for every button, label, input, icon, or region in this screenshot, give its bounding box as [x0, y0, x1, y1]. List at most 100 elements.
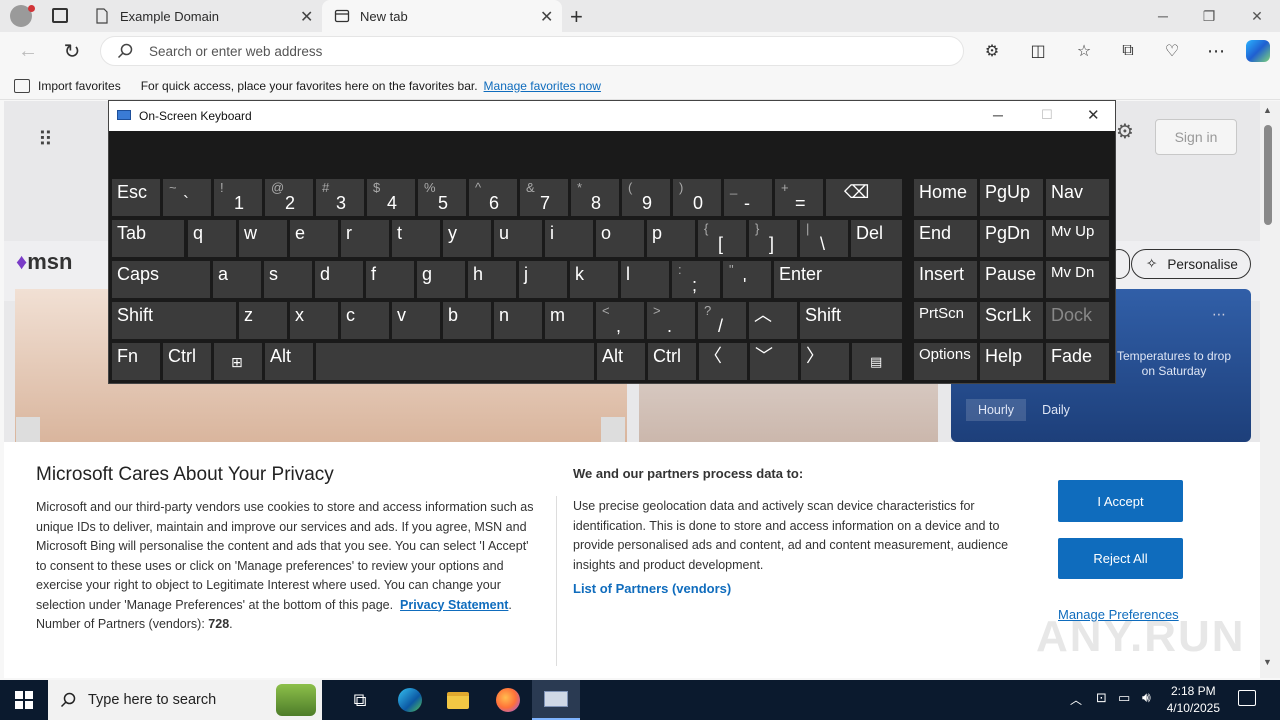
key-3[interactable]: #3 [316, 179, 364, 216]
key-nav[interactable]: Nav [1046, 179, 1109, 216]
key-e[interactable]: e [290, 220, 338, 257]
key-ctrl-right[interactable]: Ctrl [648, 343, 696, 380]
partners-list-link[interactable]: List of Partners (vendors) [573, 581, 731, 596]
task-view-icon[interactable]: ⧉ [336, 680, 384, 720]
key-/[interactable]: ? / [698, 302, 746, 339]
key-menu[interactable]: ▤ [852, 343, 902, 380]
key-mvdn[interactable]: Mv Dn [1046, 261, 1109, 298]
favorites-star-icon[interactable]: ☆ [1068, 36, 1100, 66]
page-scrollbar[interactable]: ▲ ▼ [1260, 101, 1280, 678]
key-tab[interactable]: Tab [112, 220, 184, 257]
key-=[interactable]: + = [775, 179, 823, 216]
edge-icon[interactable] [386, 680, 434, 720]
key-dock[interactable]: Dock [1046, 302, 1109, 339]
key-v[interactable]: v [392, 302, 440, 339]
key-backspace[interactable]: ⌫ [826, 179, 902, 216]
key-f[interactable]: f [366, 261, 414, 298]
refresh-icon[interactable]: ↻ [56, 36, 88, 66]
extensions-icon[interactable]: ⚙ [976, 36, 1008, 66]
key-fade[interactable]: Fade [1046, 343, 1109, 380]
scroll-thumb[interactable] [1264, 125, 1272, 225]
key--[interactable]: _ - [724, 179, 772, 216]
minimize-icon[interactable]: ─ [1140, 0, 1186, 32]
key-;[interactable]: :; [672, 261, 720, 298]
file-explorer-icon[interactable] [434, 680, 482, 720]
key-alt-right[interactable]: Alt [597, 343, 645, 380]
weather-tab-daily[interactable]: Daily [1026, 399, 1086, 421]
volume-icon[interactable]: 🔊︎ [1142, 689, 1151, 706]
key-help[interactable]: Help [980, 343, 1043, 380]
key-home[interactable]: Home [914, 179, 977, 216]
key-k[interactable]: k [570, 261, 618, 298]
key-prtscn[interactable]: PrtScn [914, 302, 977, 339]
key-arrow-down[interactable]: ﹀ [750, 343, 798, 380]
accept-button[interactable]: I Accept [1058, 480, 1183, 522]
tab-example-domain[interactable]: Example Domain ✕ [84, 0, 320, 32]
address-bar[interactable]: Search or enter web address [100, 36, 964, 66]
key-\[interactable]: | \ [800, 220, 848, 257]
osk-maximize-icon[interactable]: ☐ [1041, 107, 1053, 123]
osk-title-bar[interactable]: On-Screen Keyboard ─ ☐ ✕ [109, 101, 1115, 131]
close-tab-icon[interactable]: ✕ [540, 7, 553, 27]
key-`[interactable]: ~ ` [163, 179, 211, 216]
key-ctrl-left[interactable]: Ctrl [163, 343, 211, 380]
copilot-icon[interactable] [1246, 40, 1270, 62]
firefox-icon[interactable] [484, 680, 532, 720]
key-z[interactable]: z [239, 302, 287, 339]
tab-new-tab[interactable]: New tab ✕ [322, 0, 562, 32]
key-7[interactable]: & 7 [520, 179, 568, 216]
key-windows[interactable]: ⊞ [214, 343, 262, 380]
key-insert[interactable]: Insert [914, 261, 977, 298]
key-r[interactable]: r [341, 220, 389, 257]
osk-minimize-icon[interactable]: ─ [993, 107, 1003, 123]
new-tab-plus-icon[interactable]: + [570, 4, 583, 30]
settings-gear-icon[interactable]: ⚙ [1116, 119, 1134, 144]
key-2[interactable]: @2 [265, 179, 313, 216]
split-screen-icon[interactable]: ◫ [1022, 36, 1054, 66]
reject-all-button[interactable]: Reject All [1058, 538, 1183, 579]
privacy-statement-link[interactable]: Privacy Statement [400, 598, 508, 612]
close-tab-icon[interactable]: ✕ [300, 7, 313, 27]
osk-close-icon[interactable]: ✕ [1087, 106, 1100, 124]
key-b[interactable]: b [443, 302, 491, 339]
taskbar-search-box[interactable]: Type here to search [48, 680, 322, 720]
tray-chevron-icon[interactable]: ︿ [1070, 691, 1082, 708]
taskbar-clock[interactable]: 2:18 PM 4/10/2025 [1167, 683, 1220, 717]
key-pgdn[interactable]: PgDn [980, 220, 1043, 257]
key-5[interactable]: % 5 [418, 179, 466, 216]
key-del[interactable]: Del [851, 220, 902, 257]
key-d[interactable]: d [315, 261, 363, 298]
key-arrow-right[interactable]: 〉 [801, 343, 849, 380]
key-i[interactable]: i [545, 220, 593, 257]
key-m[interactable]: m [545, 302, 593, 339]
key-shift-right[interactable]: Shift [800, 302, 902, 339]
key-j[interactable]: j [519, 261, 567, 298]
key-9[interactable]: (9 [622, 179, 670, 216]
key-8[interactable]: * 8 [571, 179, 619, 216]
carousel-next-button[interactable] [601, 417, 625, 442]
key-scrlk[interactable]: ScrLk [980, 302, 1043, 339]
key-l[interactable]: l [621, 261, 669, 298]
key-caps[interactable]: Caps [112, 261, 210, 298]
key-a[interactable]: a [213, 261, 261, 298]
key-mvup[interactable]: Mv Up [1046, 220, 1109, 257]
tab-actions-icon[interactable] [52, 8, 68, 23]
key-4[interactable]: $4 [367, 179, 415, 216]
key-y[interactable]: y [443, 220, 491, 257]
key-arrow-up[interactable]: ︿ [749, 302, 797, 339]
more-menu-icon[interactable]: ⋯ [1200, 36, 1232, 66]
restore-icon[interactable]: ❐ [1186, 0, 1232, 32]
key-6[interactable]: ^ 6 [469, 179, 517, 216]
key-alt-left[interactable]: Alt [265, 343, 313, 380]
msn-logo[interactable]: ♦msn [16, 249, 72, 275]
scroll-up-icon[interactable]: ▲ [1263, 105, 1272, 115]
import-favorites[interactable]: Import favorites [38, 79, 121, 93]
key-enter[interactable]: Enter [774, 261, 902, 298]
key-s[interactable]: s [264, 261, 312, 298]
key-w[interactable]: w [239, 220, 287, 257]
scroll-down-icon[interactable]: ▼ [1263, 657, 1272, 667]
key-p[interactable]: p [647, 220, 695, 257]
key-pause[interactable]: Pause [980, 261, 1043, 298]
key-space[interactable] [316, 343, 594, 380]
key-shift-left[interactable]: Shift [112, 302, 236, 339]
